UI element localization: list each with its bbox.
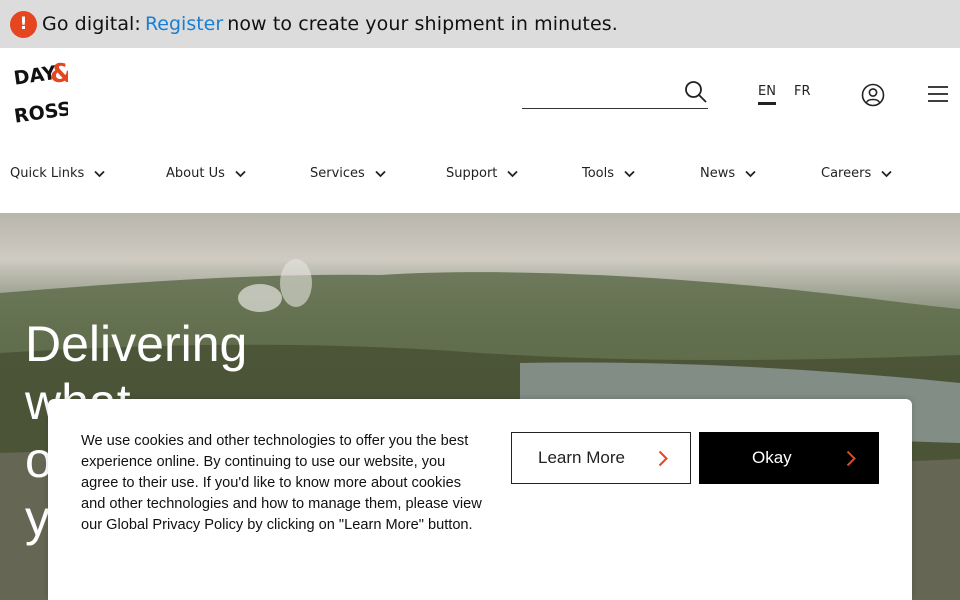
main-navigation: Quick Links About Us Services Support To… <box>0 166 960 188</box>
chevron-down-icon <box>507 170 519 177</box>
learn-more-button[interactable]: Learn More <box>511 432 691 484</box>
cookie-consent-text: We use cookies and other technologies to… <box>81 433 482 533</box>
nav-item-services[interactable]: Services <box>310 166 386 181</box>
nav-label: About Us <box>166 166 225 181</box>
chevron-right-icon <box>658 450 668 467</box>
alert-icon: ! <box>10 10 37 38</box>
nav-item-tools[interactable]: Tools <box>582 166 635 181</box>
nav-label: News <box>700 166 736 181</box>
logo-ampersand: & <box>50 59 68 89</box>
nav-item-careers[interactable]: Careers <box>821 166 892 181</box>
nav-label: Careers <box>821 166 872 181</box>
register-link[interactable]: Register <box>145 13 223 35</box>
announcement-suffix: now to create your shipment in minutes. <box>227 13 618 35</box>
cookie-consent-banner: We use cookies and other technologies to… <box>48 399 912 600</box>
search-box <box>522 78 708 109</box>
language-en[interactable]: EN <box>758 84 776 105</box>
learn-more-label: Learn More <box>538 448 625 467</box>
site-header: DAY & ROSS EN FR Quick Links About Us Se… <box>0 48 960 213</box>
okay-label: Okay <box>752 448 792 467</box>
language-fr[interactable]: FR <box>794 84 811 99</box>
nav-item-about-us[interactable]: About Us <box>166 166 246 181</box>
chevron-right-icon <box>846 450 856 467</box>
logo-ross: ROSS <box>14 98 68 128</box>
chevron-down-icon <box>375 170 386 177</box>
chevron-down-icon <box>624 170 635 177</box>
chevron-down-icon <box>235 170 246 177</box>
chevron-down-icon <box>745 170 756 177</box>
nav-label: Services <box>310 166 365 181</box>
hamburger-menu-icon[interactable] <box>927 85 949 103</box>
search-input[interactable] <box>522 78 682 108</box>
search-icon[interactable] <box>684 80 708 104</box>
nav-label: Tools <box>582 166 615 181</box>
day-and-ross-logo[interactable]: DAY & ROSS <box>14 58 68 132</box>
nav-item-quick-links[interactable]: Quick Links <box>10 166 105 181</box>
nav-item-news[interactable]: News <box>700 166 756 181</box>
nav-label: Support <box>446 166 498 181</box>
chevron-down-icon <box>881 170 892 177</box>
nav-item-support[interactable]: Support <box>446 166 519 181</box>
chevron-down-icon <box>94 170 105 177</box>
okay-button[interactable]: Okay <box>699 432 879 484</box>
user-account-icon[interactable] <box>861 83 885 107</box>
nav-label: Quick Links <box>10 166 85 181</box>
announcement-bar: ! Go digital: Register now to create you… <box>0 0 960 48</box>
hero-title-line: Delivering <box>25 316 248 372</box>
announcement-prefix: Go digital: <box>42 13 141 35</box>
